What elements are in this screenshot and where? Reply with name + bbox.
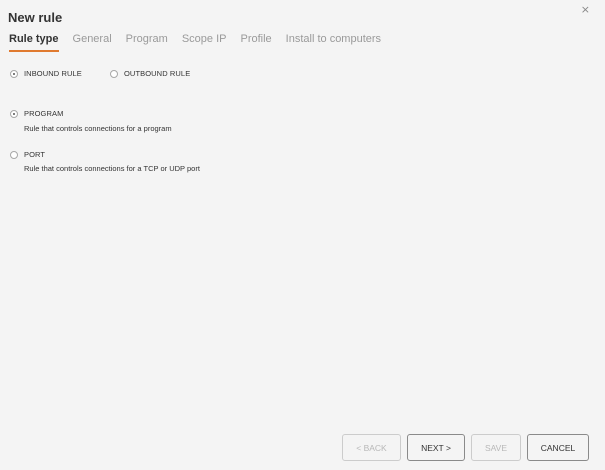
close-icon[interactable]: × bbox=[581, 3, 590, 16]
tab-profile[interactable]: Profile bbox=[240, 33, 271, 52]
program-option[interactable]: PROGRAM bbox=[10, 109, 63, 118]
tab-rule-type[interactable]: Rule type bbox=[9, 33, 59, 52]
window-title: New rule bbox=[8, 10, 63, 25]
tab-scope-ip[interactable]: Scope IP bbox=[182, 33, 227, 52]
cancel-button[interactable]: CANCEL bbox=[527, 434, 589, 461]
next-button[interactable]: NEXT > bbox=[407, 434, 465, 461]
tab-program[interactable]: Program bbox=[126, 33, 168, 52]
back-button[interactable]: < BACK bbox=[342, 434, 401, 461]
port-option[interactable]: PORT bbox=[10, 150, 45, 159]
program-description: Rule that controls connections for a pro… bbox=[24, 124, 172, 133]
outbound-rule-label: OUTBOUND RULE bbox=[124, 69, 191, 78]
tab-bar: Rule type General Program Scope IP Profi… bbox=[9, 33, 381, 52]
port-description: Rule that controls connections for a TCP… bbox=[24, 164, 200, 173]
tab-install-to-computers[interactable]: Install to computers bbox=[286, 33, 381, 52]
save-button[interactable]: SAVE bbox=[471, 434, 521, 461]
program-radio[interactable] bbox=[10, 109, 18, 118]
port-radio[interactable] bbox=[10, 150, 18, 159]
outbound-rule-option[interactable]: OUTBOUND RULE bbox=[110, 69, 190, 78]
inbound-rule-option[interactable]: INBOUND RULE bbox=[10, 69, 82, 78]
port-label: PORT bbox=[24, 150, 46, 159]
inbound-rule-radio[interactable] bbox=[10, 69, 18, 78]
program-label: PROGRAM bbox=[24, 109, 64, 118]
inbound-rule-label: INBOUND RULE bbox=[24, 69, 82, 78]
tab-general[interactable]: General bbox=[73, 33, 112, 52]
outbound-rule-radio[interactable] bbox=[110, 69, 118, 78]
